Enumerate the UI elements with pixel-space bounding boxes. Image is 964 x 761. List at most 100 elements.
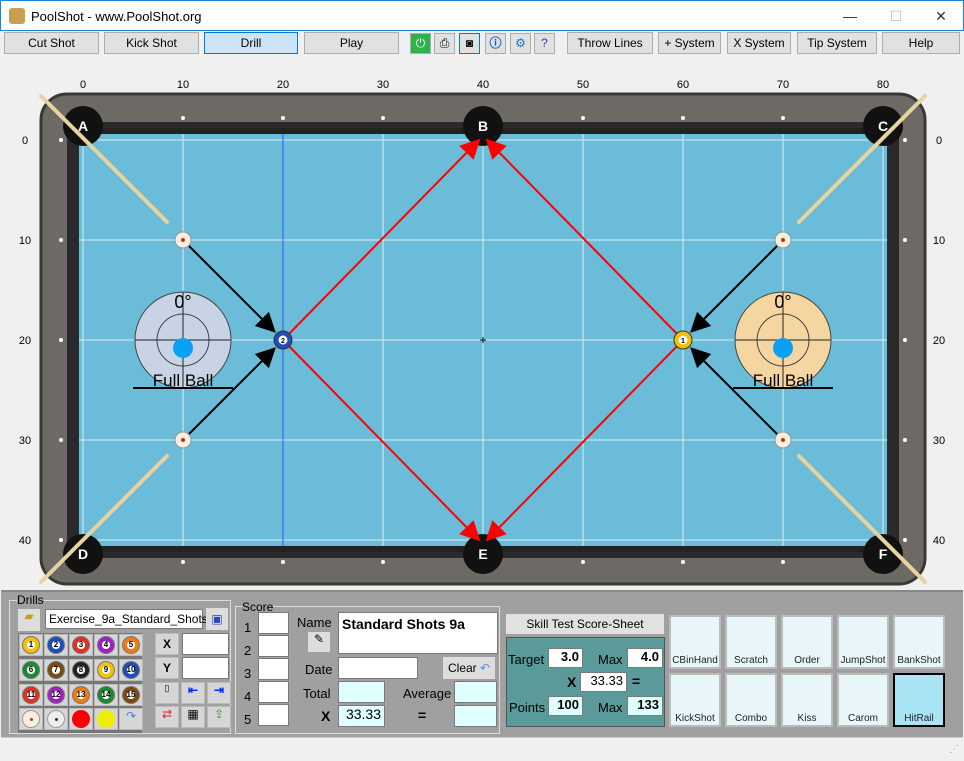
date-field[interactable] [338,657,418,679]
drill-type-scratch[interactable]: Scratch [725,615,777,669]
target-field[interactable]: 3.0 [548,648,583,668]
printer-icon[interactable]: ⎙ [434,33,455,54]
palette-ball-5[interactable]: 5 [119,634,143,656]
score-row-field[interactable] [258,704,289,726]
power-icon[interactable]: ⏻ [410,33,431,54]
score-row-field[interactable] [258,681,289,703]
contact-point [173,338,193,358]
plus-system-button[interactable]: + System [658,32,721,54]
drill-type-label: CBinHand [672,655,718,666]
drill-type-combo[interactable]: Combo [725,673,777,727]
palette-ball-14[interactable]: 14 [94,683,118,706]
score-multiplier-field: 33.33 [338,705,385,727]
pocket-label: B [478,118,488,134]
redo-icon[interactable]: ↷ [119,708,143,731]
pool-table[interactable]: 0 10 20 30 40 50 60 70 80 0 0 10 10 20 20 30 30 40 40 + A B C D… [1,56,963,590]
drill-type-kiss[interactable]: Kiss [781,673,833,727]
score-row-field[interactable] [258,612,289,634]
camera-icon[interactable]: ◙ [459,33,480,54]
help-button[interactable]: Help [882,32,960,54]
drill-name-field[interactable]: Standard Shots 9a [338,612,498,654]
drill-type-label: Order [794,655,820,666]
palette-ball-10[interactable]: 10 [119,658,143,681]
export-folder-icon[interactable]: ⇪ [207,706,231,728]
new-page-icon[interactable]: ▯ [155,682,179,704]
save-icon[interactable]: ▣ [206,608,228,630]
drill-type-order[interactable]: Order [781,615,833,669]
cut-shot-button[interactable]: Cut Shot [4,32,99,54]
score-row-field[interactable] [258,658,289,680]
drill-type-jumpshot[interactable]: JumpShot [837,615,889,669]
palette-ghost-ball[interactable] [44,708,68,731]
palette-ball-4[interactable]: 4 [94,634,118,656]
palette-ball-15[interactable]: 15 [119,683,143,706]
palette-yellow-marker[interactable] [94,708,118,731]
play-button[interactable]: Play [304,32,399,54]
ball-number: 5 [122,636,140,654]
color-grid-icon[interactable]: ▦ [181,706,205,728]
score-row-field[interactable] [258,635,289,657]
drill-type-label: BankShot [897,655,941,666]
palette-ball-2[interactable]: 2 [44,634,68,656]
palette-red-marker[interactable] [69,708,93,731]
drills-title: Drills [17,593,44,607]
max-target-field[interactable]: 4.0 [627,648,663,668]
undo-icon: ↶ [480,661,491,675]
palette-ball-13[interactable]: 13 [69,683,93,706]
palette-cue-ball[interactable] [19,708,43,731]
tip-system-button[interactable]: Tip System [797,32,877,54]
palette-ball-8[interactable]: 8 [69,658,93,681]
multiply-label: X [321,708,331,724]
arrow-right-icon[interactable]: ⇥ [207,682,231,704]
resize-grip-icon[interactable]: ⋰ [949,744,959,755]
x-field[interactable] [182,633,229,655]
palette-ball-11[interactable]: 11 [19,683,43,706]
ball-number: 3 [72,636,90,654]
maximize-button[interactable]: ☐ [873,1,919,31]
drill-file-field[interactable]: Exercise_9a_Standard_Shots [45,609,208,629]
diamond-sight [59,538,63,542]
drill-button[interactable]: Drill [204,32,298,54]
ball-number: 9 [97,660,115,679]
y-tick-right: 0 [936,135,942,147]
palette-ball-6[interactable]: 6 [19,658,43,681]
gear-icon[interactable]: ⚙ [510,33,531,54]
kick-shot-button[interactable]: Kick Shot [104,32,199,54]
center-mark: + [479,333,486,347]
pool-table-area[interactable]: 0 10 20 30 40 50 60 70 80 0 0 10 10 20 20 30 30 40 40 + A B C D… [1,56,963,590]
palette-ball-9[interactable]: 9 [94,658,118,681]
cue-ball-dot [781,238,785,242]
drill-type-carom[interactable]: Carom [837,673,889,727]
diamond-sight [781,560,785,564]
ball-number: 12 [47,685,65,704]
skill-test-score-sheet-button[interactable]: Skill Test Score-Sheet [506,614,664,634]
cue-ball-dot [181,238,185,242]
edit-notes-icon[interactable]: ✎ [308,632,330,652]
palette-ball-7[interactable]: 7 [44,658,68,681]
palette-ball-1[interactable]: 1 [19,634,43,656]
swap-icon[interactable]: ⇄ [155,706,179,728]
throw-lines-button[interactable]: Throw Lines [567,32,653,54]
palette-ball-3[interactable]: 3 [69,634,93,656]
diamond-sight [903,138,907,142]
score-row-label: 3 [244,666,252,681]
help-document-icon[interactable]: ? [534,33,555,54]
palette-ball-12[interactable]: 12 [44,683,68,706]
ball-number: 2 [281,338,285,345]
diamond-sight [781,116,785,120]
ball-number: 7 [47,660,65,679]
y-tick-left: 10 [19,235,31,247]
drill-type-bankshot[interactable]: BankShot [893,615,945,669]
arrow-left-icon[interactable]: ⇤ [181,682,205,704]
x-system-button[interactable]: X System [727,32,791,54]
open-folder-icon[interactable]: ▰ [18,609,40,631]
drill-type-kickshot[interactable]: KickShot [669,673,721,727]
minimize-button[interactable]: — [827,1,873,31]
info-icon[interactable]: ⓘ [485,33,506,54]
clear-button[interactable]: Clear ↶ [443,657,495,679]
y-field[interactable] [182,657,229,679]
drill-type-cbinhand[interactable]: CBinHand [669,615,721,669]
close-button[interactable]: ✕ [918,1,964,31]
drill-type-hitrail[interactable]: HitRail [893,673,945,727]
cue-ball-dot [181,438,185,442]
